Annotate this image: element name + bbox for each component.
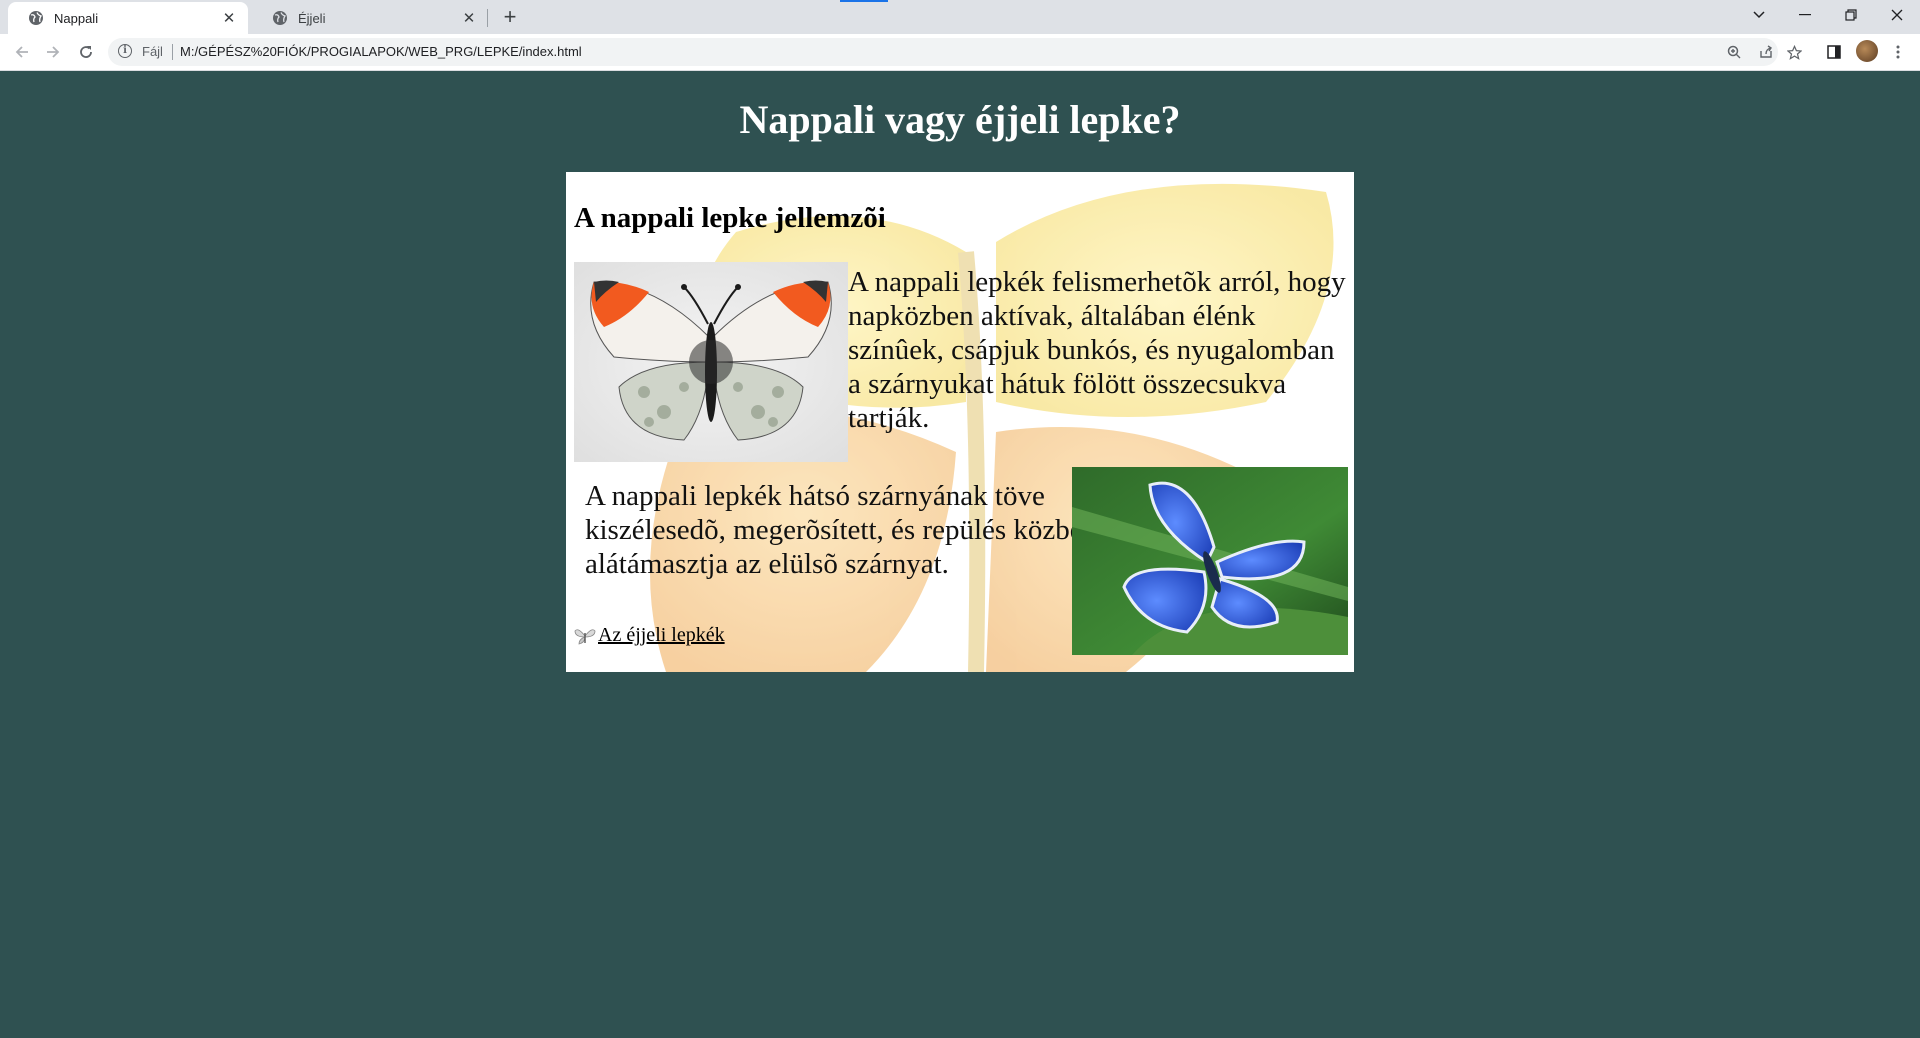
bookmark-star-icon[interactable] — [1784, 42, 1804, 62]
paragraph-2: A nappali lepkék hátsó szárnyának töve k… — [585, 480, 1098, 580]
blue-butterfly-image — [1072, 467, 1348, 655]
address-bar[interactable]: i Fájl M:/GÉPÉSZ%20FIÓK/PROGIALAPOK/WEB_… — [108, 38, 1778, 66]
zoom-icon[interactable] — [1724, 42, 1744, 62]
tab-nappali[interactable]: Nappali ✕ — [8, 2, 248, 34]
info-icon[interactable]: i — [118, 44, 132, 58]
close-icon[interactable]: ✕ — [220, 9, 238, 27]
orange-tip-butterfly-image — [574, 262, 848, 462]
profile-avatar[interactable] — [1856, 40, 1878, 62]
night-moths-link-row: Az éjjeli lepkék — [574, 624, 725, 647]
moth-icon — [574, 628, 596, 644]
tab-strip-indicator — [840, 0, 888, 2]
tab-title: Nappali — [54, 10, 99, 26]
page-title: Nappali vagy éjjeli lepke? — [739, 97, 1181, 142]
reload-icon[interactable] — [74, 40, 98, 64]
globe-icon — [29, 11, 43, 25]
section-heading: A nappali lepke jellemzõi — [574, 202, 886, 234]
content-card: A nappali lepke jellemzõi A nappali lepk… — [566, 172, 1354, 672]
new-tab-icon[interactable]: + — [498, 4, 522, 29]
side-panel-icon[interactable] — [1824, 42, 1844, 62]
address-divider — [172, 44, 173, 60]
back-icon[interactable] — [10, 40, 34, 64]
url-text[interactable]: M:/GÉPÉSZ%20FIÓK/PROGIALAPOK/WEB_PRG/LEP… — [180, 44, 582, 59]
restore-icon[interactable] — [1828, 0, 1874, 30]
tab-search-icon[interactable] — [1736, 0, 1782, 30]
browser-toolbar: i Fájl M:/GÉPÉSZ%20FIÓK/PROGIALAPOK/WEB_… — [0, 34, 1920, 71]
close-window-icon[interactable] — [1874, 0, 1920, 30]
close-icon[interactable]: ✕ — [460, 9, 478, 27]
tab-ejjeli[interactable]: Éjjeli ✕ — [252, 2, 488, 34]
globe-icon — [273, 11, 287, 25]
tab-divider — [487, 9, 488, 27]
share-icon[interactable] — [1756, 42, 1776, 62]
tab-strip: Nappali ✕ Éjjeli ✕ + — [0, 0, 1920, 34]
paragraph-1: A nappali lepkék felismerhetõk arról, ho… — [848, 266, 1346, 434]
scheme-label: Fájl — [142, 44, 163, 59]
night-moths-link[interactable]: Az éjjeli lepkék — [598, 624, 725, 647]
tab-title: Éjjeli — [298, 10, 326, 26]
menu-icon[interactable] — [1888, 42, 1908, 62]
forward-icon[interactable] — [41, 40, 65, 64]
minimize-icon[interactable] — [1782, 0, 1828, 30]
